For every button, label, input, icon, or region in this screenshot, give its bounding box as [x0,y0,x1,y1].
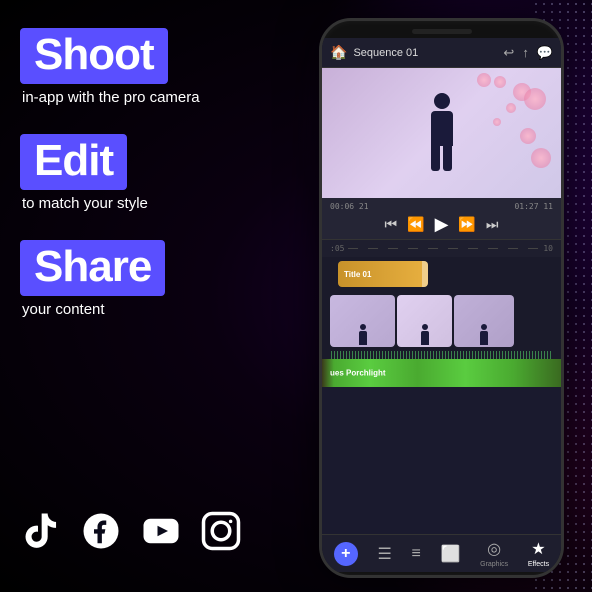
tiktok-icon[interactable] [20,510,62,552]
left-panel: Shoot in-app with the pro camera Edit to… [0,0,280,592]
sil-leg-right [443,146,452,171]
bubble-6 [520,128,536,144]
phone-outer: 🏠 Sequence 01 ↩ ↑ 💬 [319,18,564,578]
social-icons-row [20,510,242,552]
skip-back-icon[interactable]: ⏮ [385,216,398,233]
vt-body-2 [421,331,429,345]
ruler-label-1: :05 [330,244,344,253]
tool-item-graphics[interactable]: ◎ Graphics [480,539,508,568]
chat-icon[interactable]: 💬 [537,45,553,61]
time-row: 00:06 21 01:27 11 [330,202,553,211]
person-silhouette [422,93,462,173]
share-icon[interactable]: ↑ [522,45,529,61]
trim-icon[interactable]: ≡ [412,545,421,563]
tool-item-0[interactable]: ☰ [378,544,392,564]
skip-forward-icon[interactable]: ⏭ [486,216,499,233]
title-track: Title 01 [322,257,561,291]
video-waveform-track [322,351,561,359]
header-actions: ↩ ↑ 💬 [503,45,553,61]
tool-item-1[interactable]: ≡ [412,545,421,563]
sil-leg-left [431,146,440,171]
add-tool[interactable]: + [334,542,358,566]
back-icon[interactable]: ↩ [503,45,514,61]
vt-figure-2 [421,324,429,345]
video-clip-1[interactable] [330,295,395,347]
frame-forward-icon[interactable]: ⏩ [458,216,475,233]
youtube-icon[interactable] [140,510,182,552]
edit-block: Edit to match your style [20,134,260,230]
ruler-line [348,248,539,249]
tool-item-2[interactable]: ⬜ [441,544,461,564]
frame-back-icon[interactable]: ⏪ [407,216,424,233]
audio-track: ues Porchlight [322,359,561,387]
bubble-5 [506,103,516,113]
share-label: Share [20,240,165,296]
media-icon[interactable]: ☰ [378,544,392,564]
graphics-label: Graphics [480,561,508,568]
vt-body-1 [359,331,367,345]
title-clip-handle[interactable] [422,261,428,287]
video-track [322,291,561,351]
sil-legs [422,146,462,171]
shoot-block: Shoot in-app with the pro camera [20,28,260,124]
vt-figure-3 [480,324,488,345]
color-icon[interactable]: ⬜ [441,544,461,564]
ruler-label-2: 10 [543,244,553,253]
video-clip-3[interactable] [454,295,514,347]
graphics-icon[interactable]: ◎ [487,539,501,559]
bubble-7 [531,148,551,168]
bubble-3 [524,88,546,110]
app-header: 🏠 Sequence 01 ↩ ↑ 💬 [322,38,561,68]
timeline-ruler: :05 10 [322,239,561,257]
shoot-sublabel: in-app with the pro camera [20,89,260,106]
phone-speaker [412,29,472,34]
home-icon[interactable]: 🏠 [330,44,347,61]
bubble-4 [477,73,491,87]
total-time: 01:27 11 [514,202,553,211]
sequence-title: Sequence 01 [353,47,497,59]
preview-inner [322,68,561,198]
effects-icon[interactable]: ★ [531,539,545,559]
app-screen: 🏠 Sequence 01 ↩ ↑ 💬 [322,38,561,572]
sil-body [431,111,453,146]
vt-head-2 [422,324,428,330]
phone-mockup: 🏠 Sequence 01 ↩ ↑ 💬 [319,18,564,578]
bubble-2 [494,76,506,88]
effects-label: Effects [528,561,549,568]
audio-track-label: ues Porchlight [330,369,386,378]
title-clip[interactable]: Title 01 [338,261,428,287]
vt-head-1 [360,324,366,330]
instagram-icon[interactable] [200,510,242,552]
video-clip-2[interactable] [397,295,452,347]
current-time: 00:06 21 [330,202,369,211]
share-block: Share your content [20,240,260,336]
edit-sublabel: to match your style [20,195,260,212]
facebook-icon[interactable] [80,510,122,552]
title-clip-label: Title 01 [344,270,371,279]
sil-head [434,93,450,109]
play-icon[interactable]: ▶ [435,214,449,235]
vt-body-3 [480,331,488,345]
video-waveform [330,351,553,359]
shoot-label: Shoot [20,28,168,84]
vt-head-3 [481,324,487,330]
edit-label: Edit [20,134,127,190]
transport-bar: 00:06 21 01:27 11 ⏮ ⏪ ▶ ⏩ ⏭ [322,198,561,239]
video-preview [322,68,561,198]
bottom-toolbar: + ☰ ≡ ⬜ ◎ Graphics ★ Effects [322,534,561,572]
add-button[interactable]: + [334,542,358,566]
bubble-8 [493,118,501,126]
share-sublabel: your content [20,301,260,318]
vt-figure-1 [359,324,367,345]
controls-row: ⏮ ⏪ ▶ ⏩ ⏭ [330,214,553,235]
tool-item-effects[interactable]: ★ Effects [528,539,549,568]
